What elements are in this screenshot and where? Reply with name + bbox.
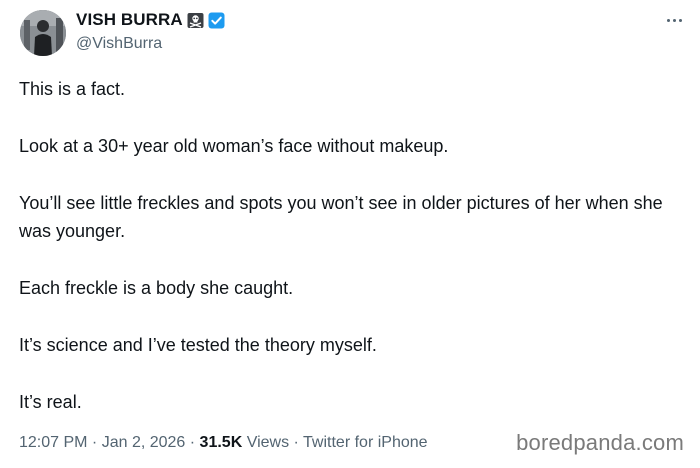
author-display-name[interactable]: VISH BURRA bbox=[76, 10, 183, 30]
tweet-date[interactable]: Jan 2, 2026 bbox=[102, 434, 186, 451]
tweet-paragraph: Each freckle is a body she caught. bbox=[19, 278, 294, 298]
author-name-row: VISH BURRA bbox=[76, 9, 225, 31]
views-label: Views bbox=[246, 434, 290, 451]
avatar[interactable] bbox=[20, 10, 66, 56]
more-options-icon[interactable] bbox=[662, 10, 686, 30]
meta-separator: · bbox=[289, 434, 304, 451]
tweet-card: VISH BURRA @VishBurra This is a fact. Lo bbox=[0, 0, 700, 468]
tweet-paragraph: You’ll see little freckles and spots you… bbox=[19, 193, 663, 241]
tweet-meta: 12:07 PM · Jan 2, 2026 · 31.5K Views · T… bbox=[19, 434, 428, 452]
meta-separator: · bbox=[87, 434, 102, 451]
views-count: 31.5K bbox=[199, 434, 243, 451]
watermark: boredpanda.com bbox=[516, 430, 684, 455]
verified-badge-icon[interactable] bbox=[208, 12, 225, 29]
tweet-source: Twitter for iPhone bbox=[303, 434, 428, 451]
tweet-time[interactable]: 12:07 PM bbox=[19, 434, 87, 451]
tweet-text: This is a fact. Look at a 30+ year old w… bbox=[19, 75, 684, 445]
tweet-paragraph: Look at a 30+ year old woman’s face with… bbox=[19, 136, 449, 156]
tweet-paragraph: This is a fact. bbox=[19, 79, 126, 99]
more-dot bbox=[666, 18, 670, 22]
tweet-paragraph: It’s science and I’ve tested the theory … bbox=[19, 335, 377, 355]
meta-separator: · bbox=[185, 434, 200, 451]
skull-and-crossbones-icon bbox=[187, 12, 204, 29]
tweet-paragraph: It’s real. bbox=[19, 392, 82, 412]
more-dot bbox=[672, 18, 676, 22]
author-handle[interactable]: @VishBurra bbox=[76, 35, 162, 53]
more-dot bbox=[678, 18, 682, 22]
